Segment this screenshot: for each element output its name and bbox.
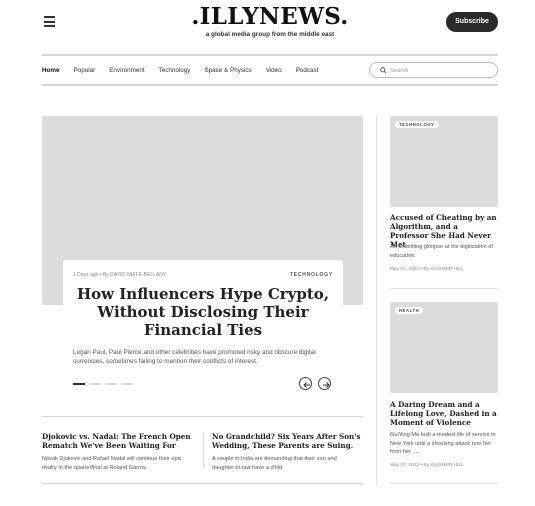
search-box[interactable] — [369, 62, 498, 78]
carousel-prev-button[interactable] — [299, 377, 312, 390]
sidebar-story-1-description: An unsettling glimpse at the digitizatio… — [390, 244, 493, 259]
main-nav: Home Popular Environment Technology Spac… — [42, 66, 332, 76]
hero-description: Logan Paul, Paul Pierce and other celebr… — [73, 349, 316, 365]
hamburger-icon[interactable] — [44, 16, 55, 27]
carousel-dot-3[interactable] — [105, 383, 117, 385]
sub-story-title[interactable]: Djokovic vs. Nadal: The French Open Rema… — [42, 432, 192, 450]
nav-home[interactable]: Home — [42, 66, 60, 76]
search-icon — [380, 67, 387, 74]
carousel-next-button[interactable] — [318, 377, 331, 390]
sidebar-story-2-image[interactable]: HEALTH — [390, 302, 498, 393]
sub-stories-top-divider — [42, 416, 363, 417]
header-divider — [42, 54, 498, 56]
sub-story-2[interactable]: No Grandchild? Six Years After Son's Wed… — [212, 432, 362, 472]
sub-stories-bottom-divider — [42, 483, 363, 484]
carousel-dot-4[interactable] — [121, 383, 133, 385]
column-divider — [376, 116, 377, 485]
sub-story-1[interactable]: Djokovic vs. Nadal: The French Open Rema… — [42, 432, 192, 472]
sidebar-story-1-image[interactable]: TECHNOLOGY — [390, 116, 498, 207]
hero-card: 1 Days ago • By DAVID YAFFE-BELLANY TECH… — [63, 260, 343, 400]
category-tag[interactable]: TECHNOLOGY — [395, 121, 439, 128]
sub-story-description: A couple in India are demanding that the… — [212, 456, 337, 471]
sidebar-divider — [390, 483, 498, 484]
nav-environment[interactable]: Environment — [109, 66, 144, 76]
sidebar-story-2-description: GuiYing Ma built a modest life of servic… — [390, 432, 496, 455]
sub-stories-divider — [203, 432, 204, 468]
nav-technology[interactable]: Technology — [159, 66, 191, 76]
hero-meta: 1 Days ago • By DAVID YAFFE-BELLANY — [73, 272, 167, 278]
subscribe-button[interactable]: Subscribe — [446, 12, 498, 32]
sub-story-description: Novak Djokovic and Rafael Nadal will con… — [42, 456, 182, 471]
site-logo[interactable]: .ILLYNEWS. — [170, 4, 370, 30]
site-header: .ILLYNEWS. a global media group from the… — [0, 0, 535, 52]
category-tag[interactable]: HEALTH — [395, 307, 424, 314]
search-input[interactable] — [390, 65, 490, 76]
carousel-dot-1[interactable] — [73, 383, 85, 385]
sidebar-divider — [390, 288, 498, 289]
nav-popular[interactable]: Popular — [74, 66, 96, 76]
arrow-right-icon — [322, 381, 330, 388]
carousel-dots — [73, 383, 137, 385]
sidebar-story-2-meta: May 27, 2022 • By KASHMIR HILL — [390, 463, 464, 468]
sidebar-story-1-meta: May 27, 2022 • By KASHMIR HILL — [390, 267, 464, 272]
hero-category-tag[interactable]: TECHNOLOGY — [290, 272, 333, 278]
nav-divider — [42, 84, 498, 86]
nav-podcast[interactable]: Podcast — [296, 66, 319, 76]
sidebar-story-2-title[interactable]: A Daring Dream and a Lifelong Love, Dash… — [390, 400, 498, 427]
site-tagline: a global media group from the middle eas… — [205, 31, 335, 38]
hero-title[interactable]: How Influencers Hype Crypto, Without Dis… — [75, 285, 331, 339]
carousel-dot-2[interactable] — [89, 383, 101, 385]
nav-video[interactable]: Video — [266, 66, 282, 76]
arrow-left-icon — [302, 381, 310, 388]
nav-space-physics[interactable]: Space & Physics — [204, 66, 251, 76]
sub-story-title[interactable]: No Grandchild? Six Years After Son's Wed… — [212, 432, 362, 450]
